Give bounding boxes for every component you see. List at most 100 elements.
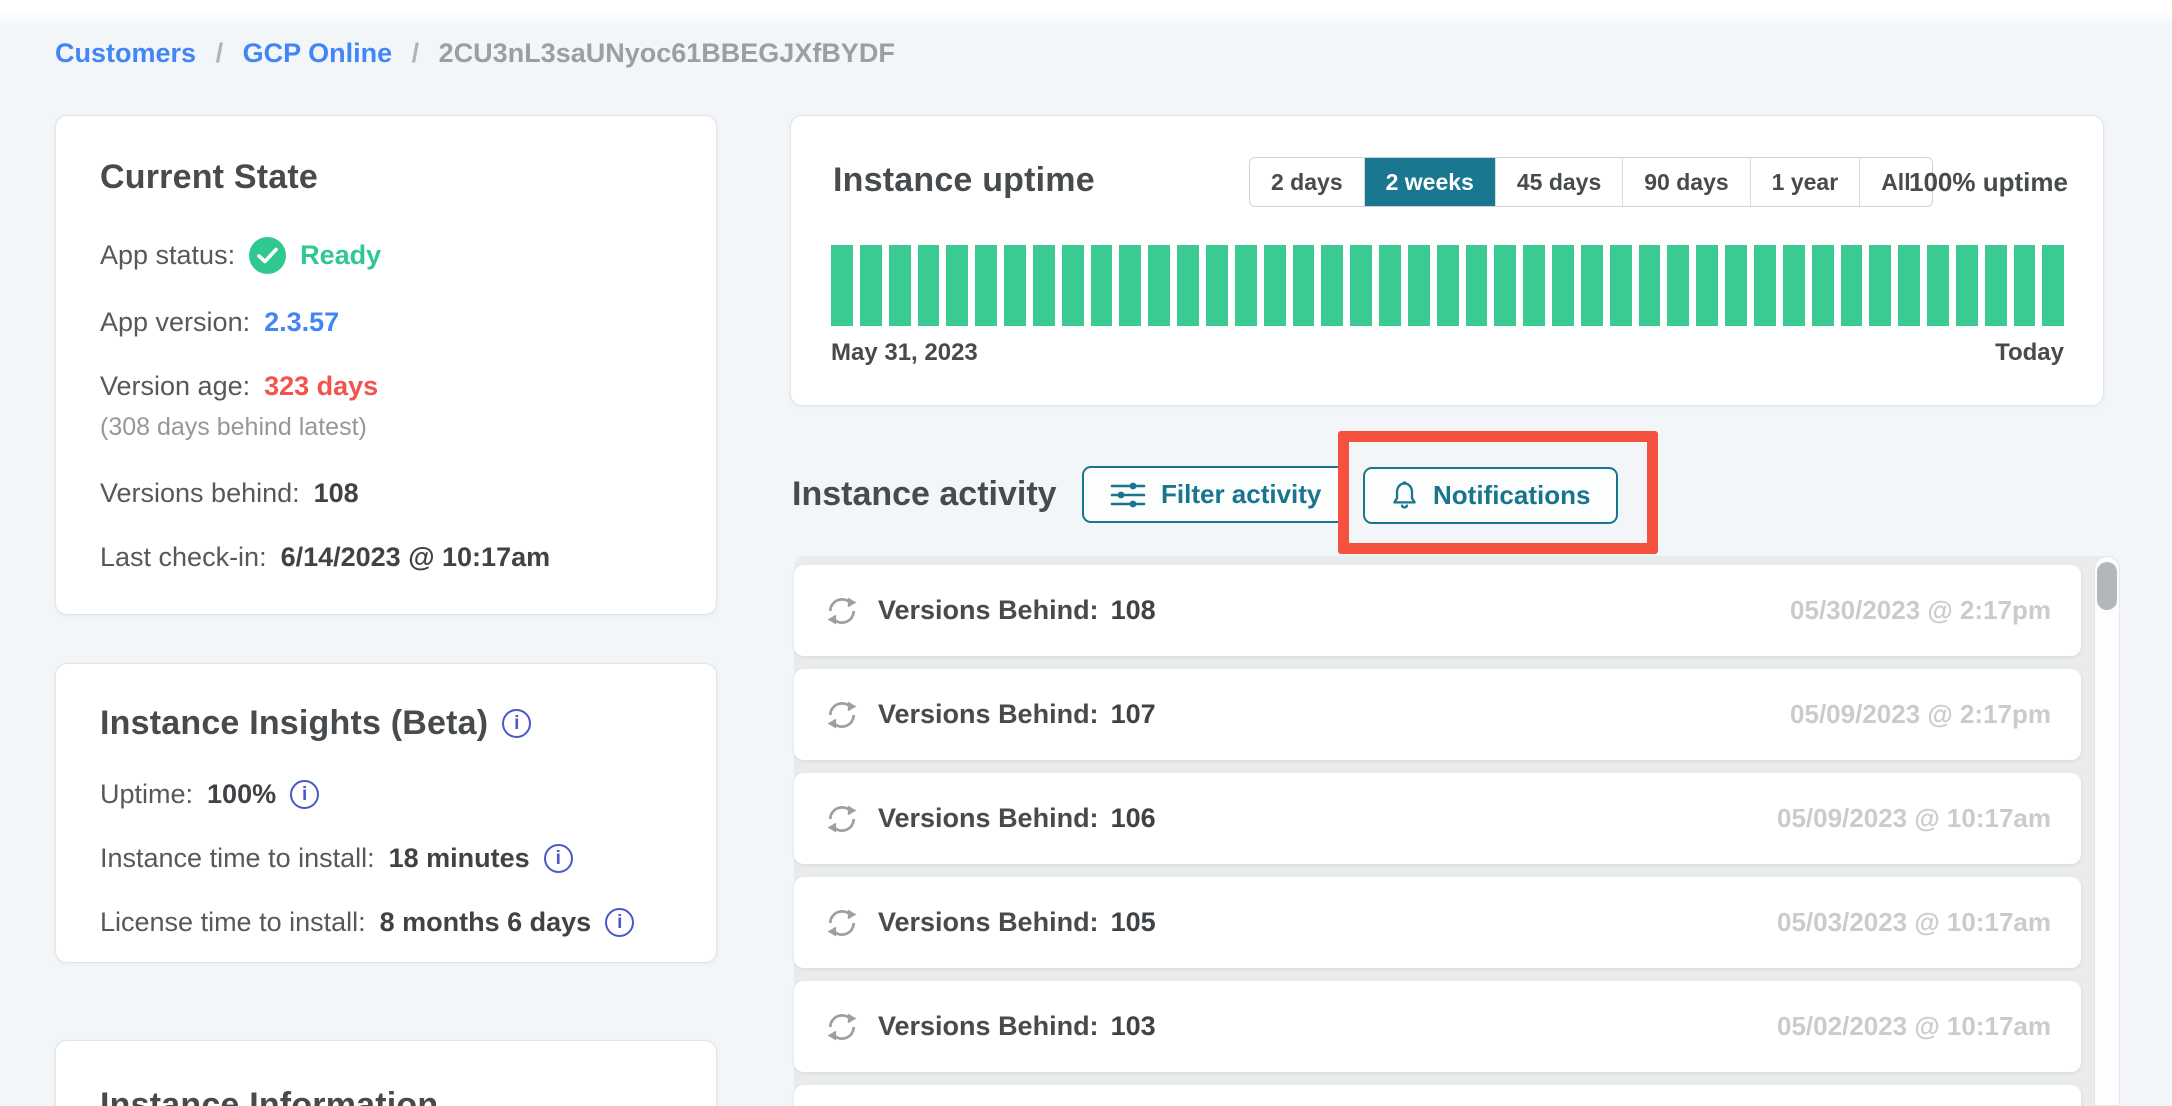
- app-version-value: 2.3.57: [264, 307, 339, 338]
- activity-row[interactable]: Versions Behind: 105 05/03/2023 @ 10:17a…: [794, 877, 2081, 968]
- breadcrumb-customers-link[interactable]: Customers: [55, 38, 196, 68]
- breadcrumb: Customers / GCP Online / 2CU3nL3saUNyoc6…: [55, 38, 895, 69]
- uptime-row: Uptime: 100% i: [100, 779, 672, 810]
- uptime-bar: [1091, 245, 1113, 326]
- check-circle-icon: [249, 237, 286, 274]
- breadcrumb-separator: /: [216, 38, 224, 68]
- uptime-bar: [1119, 245, 1141, 326]
- activity-row[interactable]: Versions Behind: 108 05/30/2023 @ 2:17pm: [794, 565, 2081, 656]
- instance-activity-title: Instance activity: [792, 475, 1057, 514]
- versions-behind-row: Versions behind: 108: [100, 478, 672, 509]
- uptime-bar: [1350, 245, 1372, 326]
- instance-insights-card: Instance Insights (Beta) i Uptime: 100% …: [55, 663, 717, 963]
- uptime-axis-labels: May 31, 2023 Today: [831, 339, 2064, 367]
- uptime-bar: [1812, 245, 1834, 326]
- uptime-bar: [1466, 245, 1488, 326]
- version-age-row: Version age: 323 days: [100, 371, 672, 402]
- uptime-bar: [1148, 245, 1170, 326]
- breadcrumb-customer-link[interactable]: GCP Online: [243, 38, 393, 68]
- activity-scrollbar-track[interactable]: [2094, 556, 2120, 1106]
- uptime-bar: [975, 245, 997, 326]
- uptime-bar: [889, 245, 911, 326]
- uptime-bar: [1581, 245, 1603, 326]
- uptime-bar: [1004, 245, 1026, 326]
- uptime-bar: [1235, 245, 1257, 326]
- current-state-card: Current State App status: Ready App vers…: [55, 115, 717, 615]
- activity-row-timestamp: 05/30/2023 @ 2:17pm: [1790, 595, 2051, 626]
- bell-icon: [1391, 480, 1418, 511]
- uptime-bar: [1610, 245, 1632, 326]
- notifications-button[interactable]: Notifications: [1363, 467, 1618, 524]
- license-install-value: 8 months 6 days: [380, 907, 592, 938]
- instance-information-card: Instance Information: [55, 1040, 717, 1106]
- breadcrumb-instance-id: 2CU3nL3saUNyoc61BBEGJXfBYDF: [439, 38, 895, 68]
- uptime-bar: [1667, 245, 1689, 326]
- uptime-bar: [2014, 245, 2036, 326]
- uptime-bar: [2042, 245, 2064, 326]
- activity-row[interactable]: Versions Behind: 107 05/09/2023 @ 2:17pm: [794, 669, 2081, 760]
- uptime-bar: [1783, 245, 1805, 326]
- notifications-label: Notifications: [1433, 480, 1590, 511]
- activity-row-value: 103: [1111, 1011, 1156, 1042]
- filter-activity-button[interactable]: Filter activity: [1082, 466, 1349, 523]
- app-status-label: App status:: [100, 240, 235, 271]
- uptime-bar: [1379, 245, 1401, 326]
- tab-1-year[interactable]: 1 year: [1750, 158, 1860, 206]
- uptime-bar: [1494, 245, 1516, 326]
- info-icon[interactable]: i: [544, 844, 573, 873]
- activity-row[interactable]: [794, 1085, 2081, 1106]
- app-status-row: App status: Ready: [100, 237, 672, 274]
- instance-insights-title: Instance Insights (Beta) i: [100, 704, 672, 743]
- uptime-bar: [1696, 245, 1718, 326]
- tab-2-days[interactable]: 2 days: [1250, 158, 1364, 206]
- activity-row-value: 107: [1111, 699, 1156, 730]
- app-version-row: App version: 2.3.57: [100, 307, 672, 338]
- sync-icon: [824, 1009, 860, 1045]
- activity-row-timestamp: 05/03/2023 @ 10:17am: [1777, 907, 2051, 938]
- uptime-bar: [1264, 245, 1286, 326]
- activity-row[interactable]: Versions Behind: 106 05/09/2023 @ 10:17a…: [794, 773, 2081, 864]
- instance-uptime-card: Instance uptime 2 days2 weeks45 days90 d…: [790, 115, 2104, 406]
- uptime-value: 100%: [207, 779, 276, 810]
- activity-row[interactable]: Versions Behind: 103 05/02/2023 @ 10:17a…: [794, 981, 2081, 1072]
- sliders-icon: [1110, 480, 1146, 510]
- tab-2-weeks[interactable]: 2 weeks: [1364, 158, 1495, 206]
- version-age-note: (308 days behind latest): [100, 413, 672, 442]
- uptime-bar: [1062, 245, 1084, 326]
- info-icon[interactable]: i: [290, 780, 319, 809]
- uptime-bar: [1898, 245, 1920, 326]
- uptime-bar: [1639, 245, 1661, 326]
- activity-scrollbar-thumb[interactable]: [2097, 562, 2117, 610]
- activity-row-label: Versions Behind:: [878, 907, 1099, 938]
- activity-row-label: Versions Behind:: [878, 699, 1099, 730]
- activity-row-timestamp: 05/02/2023 @ 10:17am: [1777, 1011, 2051, 1042]
- last-checkin-label: Last check-in:: [100, 542, 267, 573]
- instance-install-label: Instance time to install:: [100, 843, 375, 874]
- uptime-bar: [1956, 245, 1978, 326]
- uptime-bar: [1177, 245, 1199, 326]
- current-state-title: Current State: [100, 158, 672, 197]
- instance-information-title: Instance Information: [100, 1086, 672, 1106]
- uptime-bar: [1321, 245, 1343, 326]
- license-install-label: License time to install:: [100, 907, 366, 938]
- uptime-bar: [918, 245, 940, 326]
- uptime-bar: [1437, 245, 1459, 326]
- uptime-bar: [1033, 245, 1055, 326]
- instance-uptime-title: Instance uptime: [833, 161, 1095, 200]
- info-icon[interactable]: i: [502, 709, 531, 738]
- activity-row-value: 106: [1111, 803, 1156, 834]
- uptime-label: Uptime:: [100, 779, 193, 810]
- uptime-bar: [1985, 245, 2007, 326]
- tab-90-days[interactable]: 90 days: [1622, 158, 1749, 206]
- uptime-bar: [1869, 245, 1891, 326]
- uptime-bar-chart: [831, 245, 2064, 326]
- uptime-bar: [1552, 245, 1574, 326]
- tab-45-days[interactable]: 45 days: [1495, 158, 1622, 206]
- axis-start-label: May 31, 2023: [831, 339, 978, 367]
- activity-row-value: 105: [1111, 907, 1156, 938]
- last-checkin-value: 6/14/2023 @ 10:17am: [281, 542, 551, 573]
- info-icon[interactable]: i: [605, 908, 634, 937]
- sync-icon: [824, 697, 860, 733]
- sync-icon: [824, 905, 860, 941]
- sync-icon: [824, 801, 860, 837]
